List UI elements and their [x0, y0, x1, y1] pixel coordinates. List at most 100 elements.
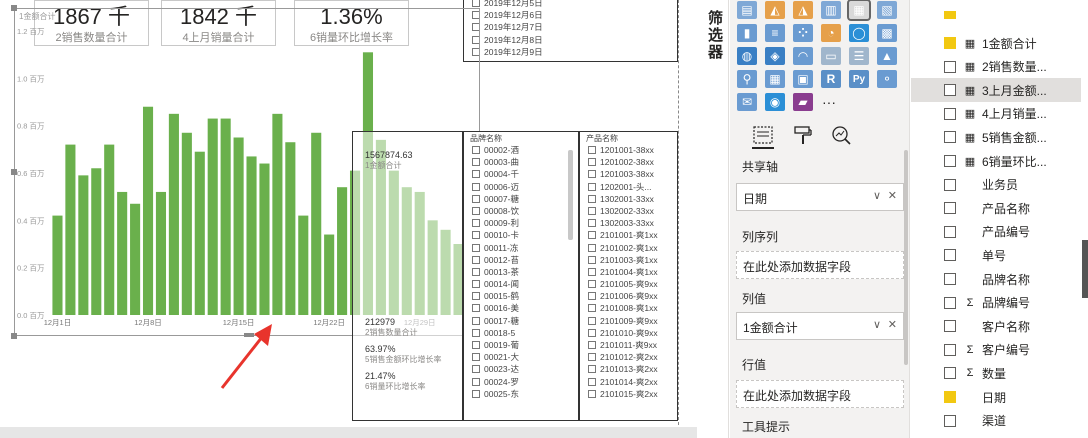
slicer-item[interactable]: 2019年12月7日 — [464, 21, 677, 33]
date-slicer[interactable]: 2019年12月5日 2019年12月6日 2019年12月7日 2019年12月8日… — [463, 0, 678, 62]
slicer-item[interactable]: 00019-葡 — [464, 339, 578, 351]
slicer-item[interactable]: 2019年12月6日 — [464, 9, 677, 21]
checkbox[interactable] — [472, 206, 480, 215]
gauge-icon[interactable]: ◠ — [793, 47, 813, 65]
checkbox[interactable] — [588, 328, 596, 337]
slicer-item[interactable]: 00025-东 — [464, 388, 578, 400]
bar[interactable] — [168, 113, 179, 315]
slicer-item[interactable]: 00006-迈 — [464, 181, 578, 193]
bar[interactable] — [142, 106, 154, 315]
field-checkbox[interactable] — [944, 273, 956, 285]
checkbox[interactable] — [588, 182, 596, 191]
field-checkbox[interactable] — [944, 391, 956, 403]
slicer-item[interactable]: 00002-酒 — [464, 144, 578, 156]
checkbox[interactable] — [472, 304, 480, 313]
slicer-item[interactable]: 00011-冻 — [464, 242, 578, 254]
slicer-item[interactable]: 2101003-爽1xx — [580, 254, 677, 266]
brand-slicer[interactable]: 品牌名称 00002-酒 00003-曲 00004-千 00006-迈 00007-糖… — [463, 131, 579, 421]
field-item[interactable]: Σ 数量 — [911, 361, 1081, 385]
field-checkbox[interactable] — [944, 225, 956, 238]
slicer-item[interactable]: 1201003-38xx — [580, 168, 677, 180]
slicer-item[interactable]: 2101013-爽2xx — [580, 363, 677, 375]
matrix-icon[interactable]: ▣ — [793, 70, 813, 88]
resize-handle[interactable] — [11, 169, 17, 175]
checkbox[interactable] — [472, 231, 480, 240]
funnel-icon[interactable]: ≡ — [765, 24, 785, 42]
bar[interactable] — [285, 142, 296, 315]
area-chart-icon[interactable]: ◭ — [765, 1, 785, 19]
bar[interactable] — [311, 132, 322, 315]
bar[interactable] — [272, 113, 283, 315]
field-checkbox[interactable] — [944, 37, 956, 49]
field-item[interactable]: 产品名称 — [911, 196, 1081, 220]
bar[interactable] — [117, 191, 128, 315]
bar[interactable] — [207, 118, 218, 315]
slicer-item[interactable]: 2101006-爽9xx — [580, 290, 677, 302]
checkbox[interactable] — [472, 389, 480, 398]
python-visual-icon[interactable]: Py — [849, 70, 869, 88]
slicer-item[interactable]: 00009-利 — [464, 217, 578, 229]
field-item[interactable]: ▦ 1金额合计 — [911, 31, 1081, 55]
checkbox[interactable] — [472, 194, 480, 203]
checkbox[interactable] — [588, 219, 596, 228]
checkbox[interactable] — [472, 328, 480, 337]
checkbox[interactable] — [588, 316, 596, 325]
slicer-item[interactable]: 2101012-爽2xx — [580, 351, 677, 363]
checkbox[interactable] — [588, 304, 596, 313]
field-checkbox[interactable] — [944, 60, 956, 73]
checkbox[interactable] — [472, 316, 480, 325]
stacked-area-icon[interactable]: ◮ — [793, 1, 813, 19]
waterfall-icon[interactable]: ▮ — [737, 24, 757, 42]
kpi-icon[interactable]: ▲ — [877, 47, 897, 65]
checkbox[interactable] — [472, 292, 480, 301]
checkbox[interactable] — [472, 146, 480, 154]
slicer-item[interactable]: 00010-卡 — [464, 229, 578, 241]
checkbox[interactable] — [472, 377, 480, 386]
checkbox[interactable] — [588, 341, 596, 349]
slicer-item[interactable]: 1201002-38xx — [580, 156, 677, 168]
field-checkbox[interactable] — [944, 320, 956, 333]
slicer-item[interactable]: 1302003-33xx — [580, 217, 677, 229]
map-icon[interactable]: ◍ — [737, 47, 757, 65]
slicer-item[interactable]: 00012-苔 — [464, 254, 578, 266]
scrollbar[interactable] — [568, 150, 573, 240]
slicer-item[interactable]: 00007-糖 — [464, 193, 578, 205]
checkbox[interactable] — [472, 219, 480, 228]
slicer-item[interactable]: 2101009-爽9xx — [580, 315, 677, 327]
checkbox[interactable] — [472, 341, 480, 349]
checkbox[interactable] — [588, 365, 596, 374]
bar[interactable] — [337, 187, 348, 315]
slicer-item[interactable]: 00008-饮 — [464, 205, 578, 217]
checkbox[interactable] — [472, 280, 480, 289]
field-item[interactable]: 渠道 — [911, 409, 1081, 433]
field-item[interactable]: Σ 品牌编号 — [911, 291, 1081, 315]
product-slicer[interactable]: 产品名称 1201001-38xx 1201002-38xx 1201003-38x… — [579, 131, 678, 421]
bar[interactable] — [246, 156, 257, 315]
chevron-down-icon[interactable]: ∨ — [873, 318, 881, 331]
slicer-item[interactable]: 2101015-爽2xx — [580, 388, 677, 400]
checkbox[interactable] — [588, 146, 596, 154]
slicer-item[interactable]: 00017-糖 — [464, 315, 578, 327]
checkbox[interactable] — [588, 255, 596, 264]
field-checkbox[interactable] — [944, 131, 956, 144]
custom-visual-icon[interactable]: ▰ — [793, 93, 813, 111]
checkbox[interactable] — [472, 255, 480, 264]
field-item[interactable]: ▦ 2销售数量... — [911, 55, 1081, 79]
r-visual-icon[interactable]: R — [821, 70, 841, 88]
field-item[interactable]: ▦ 6销量环比... — [911, 149, 1081, 173]
chevron-down-icon[interactable]: ∨ — [873, 189, 881, 202]
line-clustered-column-icon[interactable]: ▦ — [847, 0, 871, 21]
row-values-well[interactable]: 在此处添加数据字段 — [736, 380, 904, 408]
slicer-item[interactable]: 00015-鹤 — [464, 290, 578, 302]
bar[interactable] — [220, 118, 231, 315]
field-checkbox[interactable] — [944, 202, 956, 215]
slicer-item[interactable]: 00004-千 — [464, 168, 578, 180]
slicer-item[interactable]: 00014-闻 — [464, 278, 578, 290]
field-checkbox[interactable] — [944, 367, 956, 380]
checkbox[interactable] — [588, 243, 596, 252]
bar[interactable] — [104, 144, 115, 315]
column-values-well[interactable]: 1金额合计 ∨ ✕ — [736, 312, 904, 340]
slicer-item[interactable]: 00003-曲 — [464, 156, 578, 168]
checkbox[interactable] — [588, 280, 596, 289]
field-item[interactable]: 业务员 — [911, 173, 1081, 197]
